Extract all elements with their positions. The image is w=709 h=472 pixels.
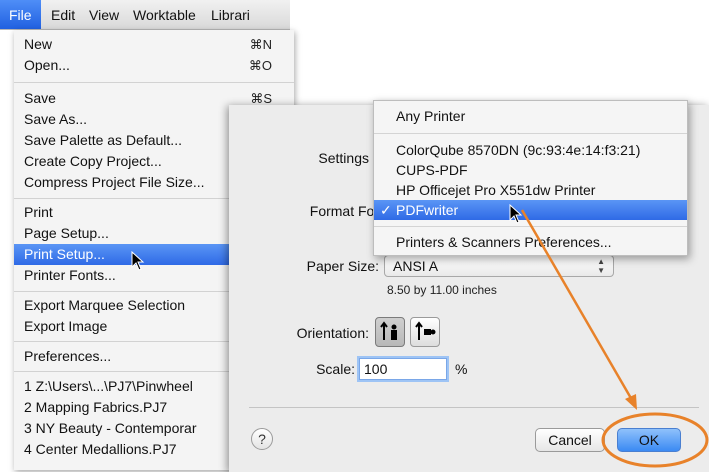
printer-option-any[interactable]: Any Printer: [374, 106, 687, 126]
menu-bar: File Edit View Worktable Librari: [0, 0, 290, 30]
scale-unit: %: [455, 361, 468, 377]
menu-item-label: New: [24, 36, 53, 52]
menu-separator: [14, 82, 294, 83]
cancel-button[interactable]: Cancel: [535, 428, 605, 452]
portrait-person-icon: [380, 321, 397, 340]
scale-input[interactable]: [359, 358, 447, 380]
ok-button[interactable]: OK: [617, 428, 681, 452]
landscape-orientation-button[interactable]: [410, 317, 440, 347]
orientation-label: Orientation:: [296, 325, 369, 341]
menu-libraries[interactable]: Librari: [202, 0, 259, 29]
paper-size-label: Paper Size:: [306, 258, 379, 274]
menu-item-label: Save: [24, 90, 56, 106]
mouse-pointer-icon: [131, 251, 145, 271]
portrait-orientation-button[interactable]: [375, 317, 405, 347]
printer-option-label: PDFwriter: [396, 202, 459, 218]
paper-size-value: ANSI A: [393, 258, 439, 274]
printer-option-hp-officejet[interactable]: HP Officejet Pro X551dw Printer: [374, 180, 687, 200]
menu-separator: [374, 226, 687, 227]
menu-separator: [374, 133, 687, 134]
format-for-label: Format For: [309, 203, 379, 219]
menu-view[interactable]: View: [80, 0, 128, 29]
menu-item-label: Open...: [24, 57, 70, 73]
help-button[interactable]: ?: [251, 428, 273, 450]
printer-option-cups-pdf[interactable]: CUPS-PDF: [374, 160, 687, 180]
menu-edit[interactable]: Edit: [42, 0, 84, 29]
menu-worktable[interactable]: Worktable: [124, 0, 205, 29]
checkmark-icon: ✓: [380, 202, 392, 218]
menu-item-open[interactable]: Open... ⌘O: [14, 55, 294, 76]
menu-item-new[interactable]: New ⌘N: [14, 34, 294, 55]
menu-file[interactable]: File: [0, 0, 41, 29]
printer-option-pdfwriter[interactable]: ✓ PDFwriter: [374, 200, 687, 220]
settings-label: Settings: [318, 150, 369, 166]
scale-label: Scale:: [316, 361, 355, 377]
printers-scanners-preferences[interactable]: Printers & Scanners Preferences...: [374, 232, 687, 252]
chevron-updown-icon: ▲ ▼: [597, 257, 605, 275]
paper-size-popup[interactable]: ANSI A ▲ ▼: [384, 255, 614, 277]
printer-popup-menu: Any Printer ColorQube 8570DN (9c:93:4e:1…: [373, 100, 688, 256]
mouse-pointer-icon: [509, 204, 523, 224]
shortcut-label: ⌘N: [249, 37, 272, 52]
paper-dimensions: 8.50 by 11.00 inches: [387, 283, 497, 297]
dialog-divider: [249, 407, 699, 408]
landscape-person-icon: [415, 321, 436, 340]
printer-option-colorqube[interactable]: ColorQube 8570DN (9c:93:4e:14:f3:21): [374, 140, 687, 160]
shortcut-label: ⌘O: [248, 58, 272, 73]
